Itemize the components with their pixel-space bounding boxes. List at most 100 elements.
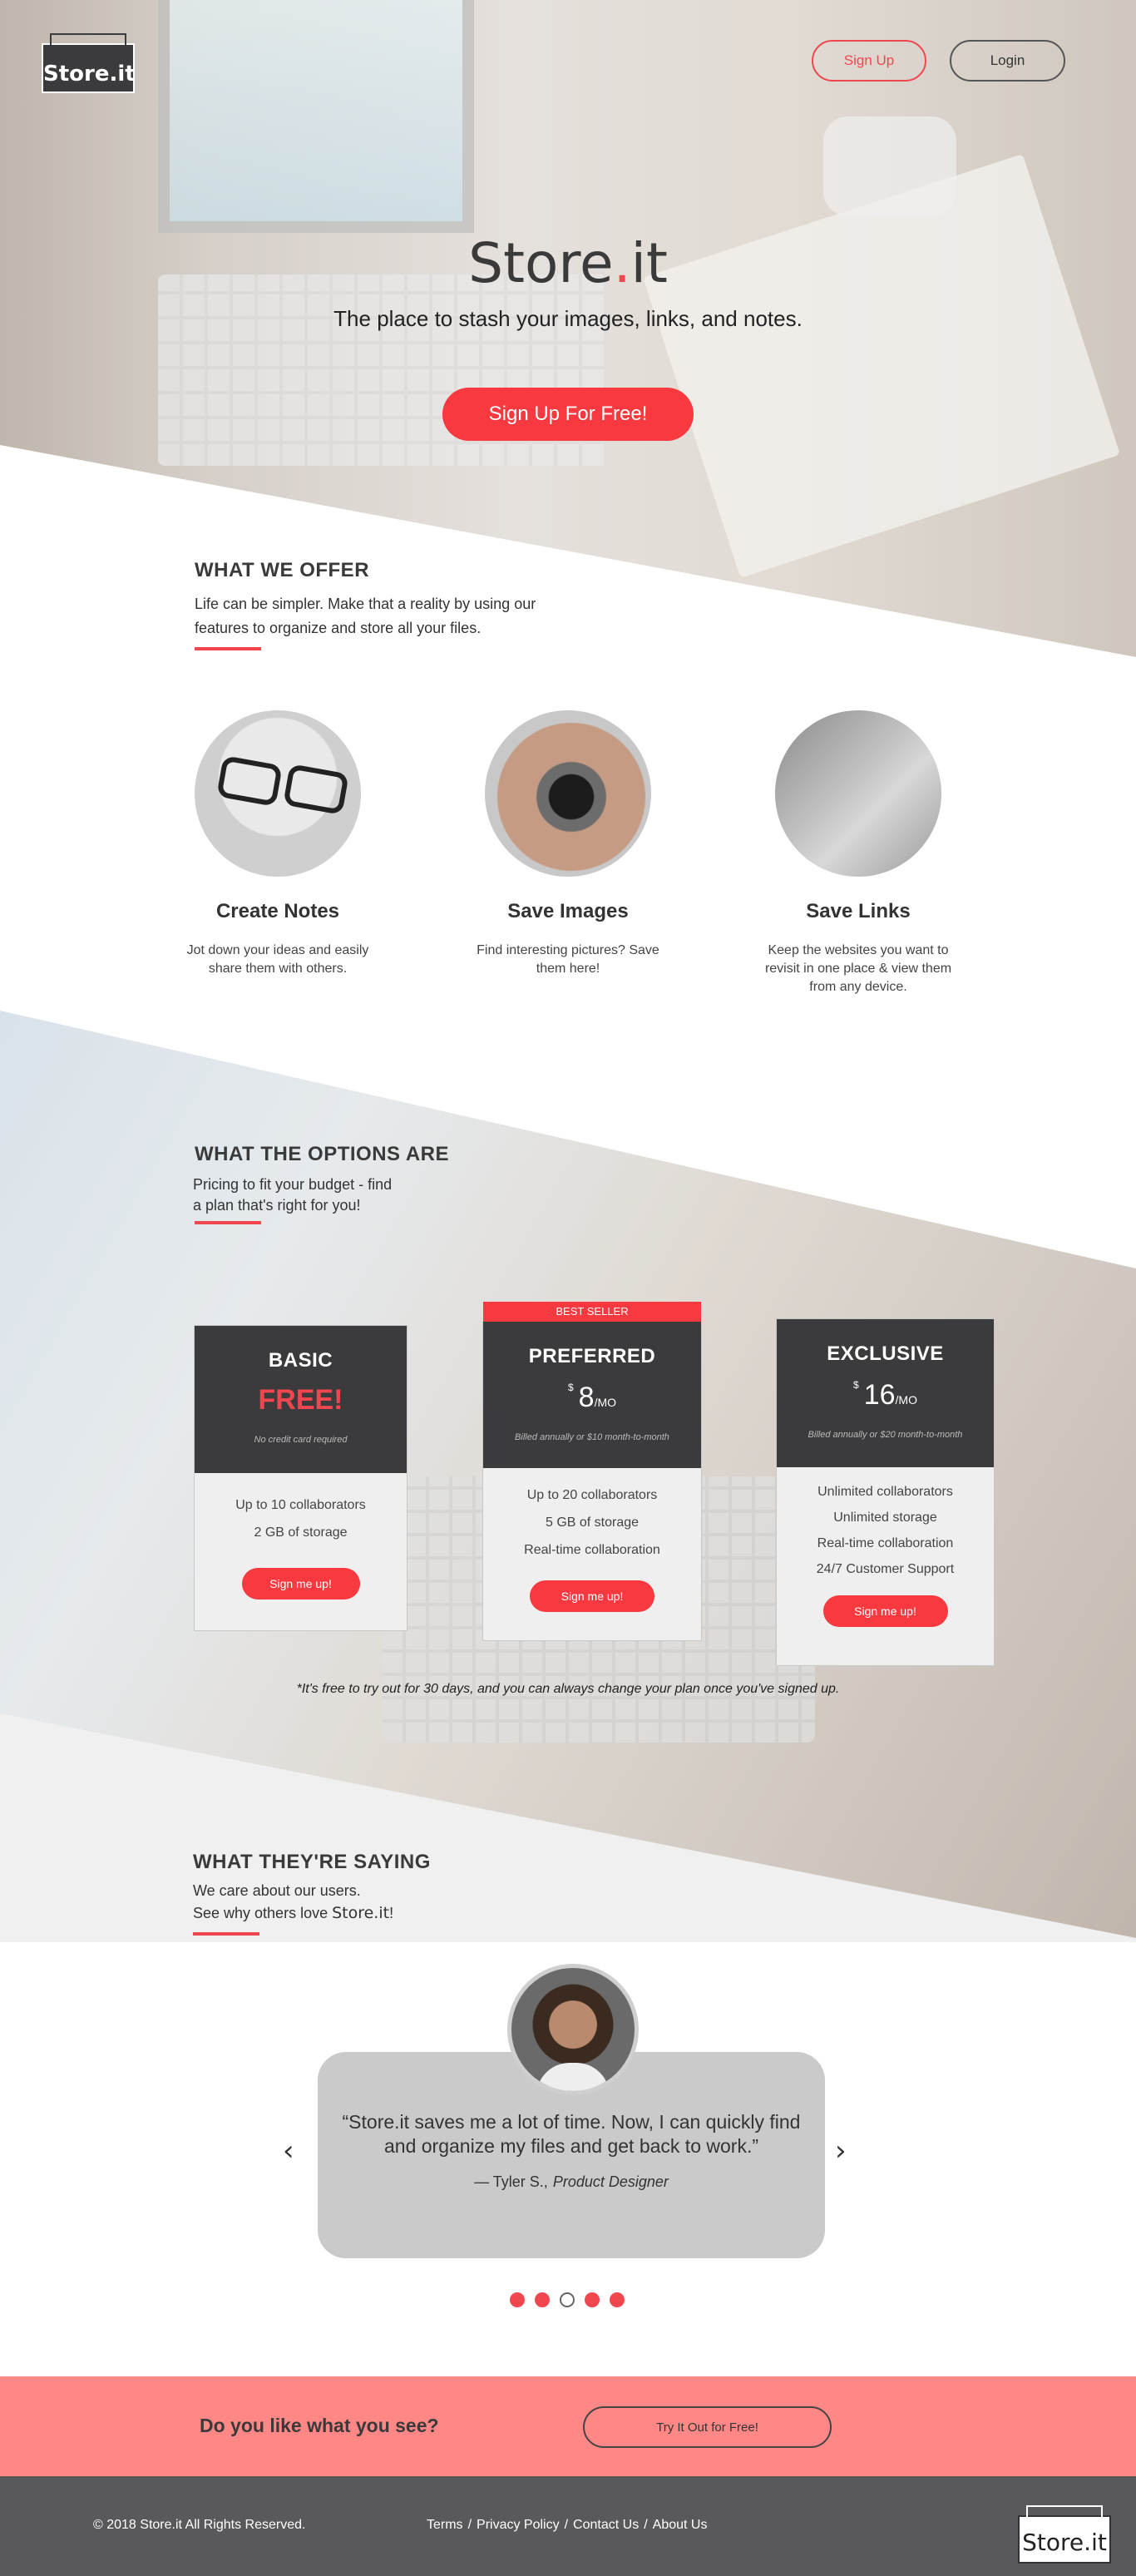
testimonials-section-rule [193,1932,259,1936]
testimonial-author: — Tyler S., Product Designer [318,2173,825,2191]
notes-photo [195,710,361,877]
footer-links: Terms / Privacy Policy / Contact Us / About Us [424,2518,709,2533]
plan-feature-list: Up to 10 collaborators 2 GB of storage [195,1473,407,1546]
plan-currency: $ [567,1382,574,1393]
carousel-dot[interactable] [510,2292,525,2307]
feature-create-notes: Create Notes Jot down your ideas and eas… [178,710,378,978]
plan-feature: Unlimited collaborators [817,1485,953,1499]
footer-separator: / [467,2518,472,2532]
options-section-rule [195,1221,261,1224]
feature-title: Create Notes [215,900,340,922]
images-photo [485,710,651,877]
testimonials-section-text: We care about our users. See why others … [193,1880,393,1925]
plan-header: BASIC FREE! No credit card required [195,1326,407,1473]
logo-handle-icon [50,33,126,45]
cta-band: Do you like what you see? Try It Out for… [0,2376,1136,2476]
author-name: — Tyler S., [474,2173,548,2190]
logo-handle-icon [1026,2505,1103,2517]
hero-section [0,0,1136,665]
text-suffix: ! [389,1905,394,1921]
feature-save-links: Save Links Keep the websites you want to… [758,710,958,996]
plan-signup-button[interactable]: Sign me up! [241,1568,360,1599]
plan-note: Billed annually or $20 month-to-month [808,1430,963,1440]
header-login-button[interactable]: Login [950,40,1065,82]
try-free-button[interactable]: Try It Out for Free! [583,2406,832,2448]
plan-feature: 5 GB of storage [545,1515,640,1530]
plan-price: $8/MO [483,1382,701,1414]
offer-section-rule [195,647,261,650]
pricing-footnote: *It's free to try out for 30 days, and y… [296,1682,840,1696]
testimonials-text-line2: See why others love Store.it! [193,1902,393,1925]
plan-price: $16/MO [777,1379,994,1412]
footer: © 2018 Store.it All Rights Reserved. Ter… [0,2476,1136,2576]
footer-separator: / [644,2518,648,2532]
header-logo[interactable]: Store.it [42,33,136,93]
footer-logo[interactable]: Store.it [1018,2505,1111,2564]
options-section-title: WHAT THE OPTIONS ARE [195,1143,449,1165]
plan-feature: Up to 10 collaborators [235,1498,366,1512]
plan-note: Billed annually or $10 month-to-month [515,1432,669,1442]
testimonials-section-title: WHAT THEY'RE SAYING [193,1851,431,1873]
plan-amount: 16 [863,1379,896,1411]
feature-text: Jot down your ideas and easily share the… [186,943,369,976]
plan-card-preferred: BEST SELLER PREFERRED $8/MO Billed annua… [482,1302,702,1641]
plan-card-exclusive: EXCLUSIVE $16/MO Billed annually or $20 … [776,1318,995,1666]
hero-tagline: The place to stash your images, links, a… [333,306,803,331]
carousel-dots [510,2292,625,2307]
links-photo [775,710,941,877]
footer-link-privacy[interactable]: Privacy Policy [477,2518,560,2532]
plan-feature-list: Unlimited collaborators Unlimited storag… [777,1467,994,1582]
plan-feature-list: Up to 20 collaborators 5 GB of storage R… [483,1468,701,1564]
plan-feature: 2 GB of storage [254,1525,348,1540]
testimonials-text-line1: We care about our users. [193,1882,361,1899]
plan-feature: Unlimited storage [833,1510,937,1525]
logo-text: Store.it [43,62,136,87]
text-brand: Store.it [332,1904,390,1922]
offer-section-text: Life can be simpler. Make that a reality… [195,596,536,636]
feature-text: Find interesting pictures? Save them her… [477,943,659,976]
plan-period: /MO [895,1393,917,1407]
feature-save-images: Save Images Find interesting pictures? S… [468,710,668,978]
feature-title: Save Images [507,900,629,922]
hero-title-dot: . [613,231,631,295]
options-section-text: Pricing to fit your budget - find a plan… [193,1176,393,1214]
feature-text: Keep the websites you want to revisit in… [764,943,952,994]
hero-title: Store.it [0,231,1136,295]
plan-feature: Real-time collaboration [817,1536,954,1550]
carousel-dot[interactable] [535,2292,550,2307]
plan-name: PREFERRED [528,1345,656,1367]
plan-card-basic: BASIC FREE! No credit card required Up t… [194,1325,407,1631]
plan-name: BASIC [268,1349,333,1372]
cta-question: Do you like what you see? [200,2415,439,2436]
hero-signup-button[interactable]: Sign Up For Free! [442,388,694,441]
hero-title-suffix: it [630,231,668,295]
feature-title: Save Links [806,900,911,922]
hero-title-prefix: Store [468,231,614,295]
plan-feature: Up to 20 collaborators [526,1488,658,1502]
footer-copyright: © 2018 Store.it All Rights Reserved. [93,2518,306,2532]
plan-amount: 8 [578,1382,595,1413]
footer-link-about[interactable]: About Us [653,2518,708,2532]
plan-header: EXCLUSIVE $16/MO Billed annually or $20 … [777,1319,994,1467]
plan-feature: 24/7 Customer Support [816,1562,955,1576]
carousel-dot[interactable] [610,2292,625,2307]
plan-feature: Real-time collaboration [524,1543,660,1557]
footer-separator: / [564,2518,569,2532]
carousel-next-icon[interactable]: › [835,2134,847,2168]
plan-period: /MO [594,1396,617,1409]
footer-logo-text: Store.it [1022,2529,1107,2556]
plan-name: EXCLUSIVE [827,1342,944,1365]
header-signup-button[interactable]: Sign Up [812,40,926,82]
plan-signup-button[interactable]: Sign me up! [530,1580,654,1612]
hero-diagonal-cut [0,445,1136,665]
footer-link-contact[interactable]: Contact Us [573,2518,639,2532]
carousel-dot[interactable] [560,2292,575,2307]
plan-price: FREE! [258,1384,343,1416]
testimonial-avatar [507,1964,639,2095]
footer-link-terms[interactable]: Terms [427,2518,463,2532]
offer-section-title: WHAT WE OFFER [195,559,370,581]
carousel-dot[interactable] [585,2292,600,2307]
plan-signup-button[interactable]: Sign me up! [822,1595,948,1627]
text-prefix: See why others love [193,1905,333,1921]
carousel-prev-icon[interactable]: ‹ [283,2134,294,2168]
